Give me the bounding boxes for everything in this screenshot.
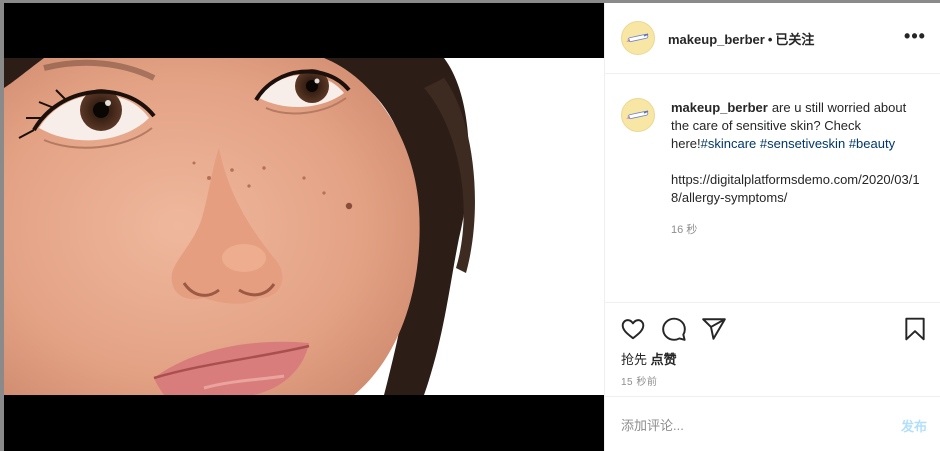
bookmark-icon[interactable] [902,316,928,342]
makeup-brush-logo-icon [626,110,649,120]
header-username[interactable]: makeup_berber [668,32,765,47]
post-photo[interactable] [4,58,604,395]
caption-avatar[interactable] [621,98,655,132]
header-names: makeup_berber • 已关注 [668,29,814,48]
post-details-panel: makeup_berber • 已关注 ••• makeup_berber are u… [604,3,940,451]
comment-form: 发布 [605,396,940,451]
caption-section: makeup_berber are u still worried about t… [605,74,940,302]
hashtag-link[interactable]: #beauty [849,136,895,151]
likes-line: 抢先 点赞 [621,349,677,368]
like-action-link[interactable]: 点赞 [651,352,677,367]
makeup-brush-logo-icon [626,33,649,43]
post-comment-button[interactable]: 发布 [901,416,927,435]
avatar[interactable] [621,21,655,55]
heart-icon[interactable] [620,316,646,342]
follow-status-button[interactable]: 已关注 [775,32,814,47]
more-horizontal-icon[interactable]: ••• [903,27,927,47]
comment-input[interactable] [621,415,871,435]
caption-url: https://digitalplatformsdemo.com/2020/03… [671,172,920,205]
likes-prefix: 抢先 [621,352,648,367]
post-timestamp[interactable]: 15 秒前 [621,373,657,388]
comment-bubble-icon[interactable] [661,316,687,342]
paper-plane-icon[interactable] [701,316,727,342]
post-header: makeup_berber • 已关注 ••• [605,3,940,74]
hashtag-link[interactable]: #skincare [701,136,757,151]
caption-username[interactable]: makeup_berber [671,100,768,115]
hashtag-link[interactable]: #sensetiveskin [760,136,845,151]
post-media[interactable] [4,3,604,451]
action-bar: 抢先 点赞 15 秒前 [605,302,940,397]
caption-text: makeup_berber are u still worried about t… [671,99,923,207]
caption-time[interactable]: 16 秒 [671,221,697,237]
separator-dot: • [767,32,773,47]
post-modal: makeup_berber • 已关注 ••• makeup_berber are u… [4,3,940,451]
face-photo-image [4,58,604,395]
